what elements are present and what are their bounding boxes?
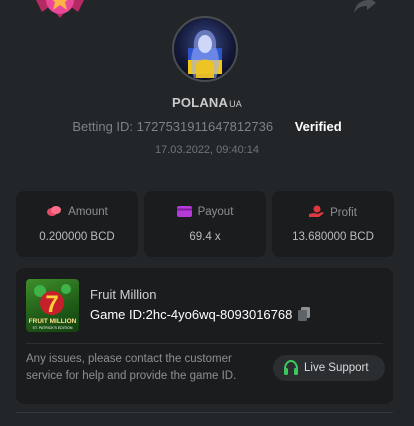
amount-card: Amount 0.200000 BCD bbox=[16, 191, 138, 257]
rank-badge-icon bbox=[36, 0, 84, 18]
game-thumbnail[interactable]: 7 FRUIT MILLION ST. PATRICK'S EDITION bbox=[26, 279, 79, 332]
game-id-label: Game ID: bbox=[90, 307, 146, 322]
betting-id-line: Betting ID: 1727531911647812736 Verified bbox=[0, 119, 414, 134]
amount-label-row: Amount bbox=[16, 205, 138, 218]
bet-datetime: 17.03.2022, 09:40:14 bbox=[155, 144, 259, 156]
live-support-button[interactable]: Live Support bbox=[273, 355, 385, 381]
profit-value: 13.680000 BCD bbox=[292, 231, 374, 243]
divider bbox=[26, 343, 383, 344]
game-name[interactable]: Fruit Million bbox=[90, 287, 156, 302]
bottom-divider bbox=[16, 412, 393, 413]
profit-label-row: Profit bbox=[272, 205, 394, 219]
live-support-label: Live Support bbox=[304, 362, 369, 374]
svg-text:ST. PATRICK'S EDITION: ST. PATRICK'S EDITION bbox=[33, 326, 73, 330]
amount-value: 0.200000 BCD bbox=[39, 231, 115, 243]
payout-value: 69.4 x bbox=[189, 231, 221, 243]
game-id-row: Game ID:2hc-4yo6wq-8093016768 bbox=[90, 307, 311, 322]
verified-badge: Verified bbox=[294, 119, 342, 134]
username: POLANAUA bbox=[172, 95, 242, 110]
username-suffix: UA bbox=[229, 99, 242, 109]
payout-label: Payout bbox=[197, 206, 234, 218]
profit-card: Profit 13.680000 BCD bbox=[272, 191, 394, 257]
payout-label-row: Payout bbox=[144, 205, 266, 218]
wallet-icon bbox=[176, 206, 192, 217]
payout-card: Payout 69.4 x bbox=[144, 191, 266, 257]
game-id-value: 2hc-4yo6wq-8093016768 bbox=[145, 307, 293, 322]
headset-icon bbox=[284, 360, 298, 375]
betting-id-label: Betting ID: bbox=[72, 119, 134, 134]
hand-coin-icon bbox=[309, 205, 325, 217]
betting-id-value: 1727531911647812736 bbox=[136, 119, 274, 134]
copy-icon[interactable] bbox=[298, 307, 311, 321]
amount-label: Amount bbox=[68, 206, 108, 218]
support-note: Any issues, please contact the customer … bbox=[26, 353, 237, 382]
coins-icon bbox=[47, 206, 62, 216]
svg-text:FRUIT MILLION: FRUIT MILLION bbox=[29, 318, 77, 325]
share-icon[interactable] bbox=[353, 0, 377, 14]
avatar bbox=[172, 16, 238, 82]
game-card: 7 FRUIT MILLION ST. PATRICK'S EDITION Fr… bbox=[16, 268, 393, 404]
svg-text:7: 7 bbox=[45, 291, 58, 318]
profit-label: Profit bbox=[330, 207, 357, 219]
